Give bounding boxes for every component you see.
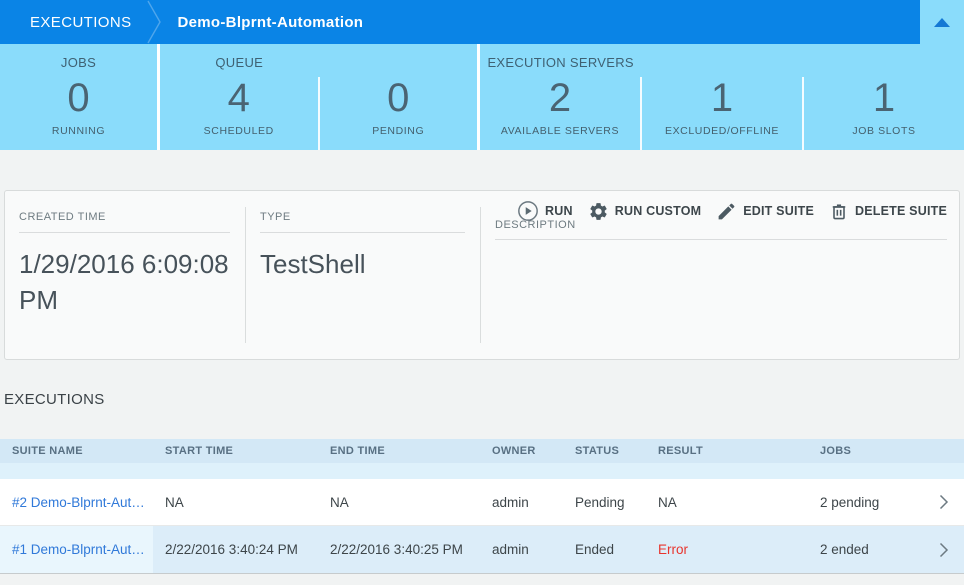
stat-label: EXCLUDED/OFFLINE bbox=[664, 125, 780, 137]
stat-label: JOB SLOTS bbox=[852, 125, 916, 137]
stat-value: 0 bbox=[67, 76, 90, 120]
created-time-value: 1/29/2016 6:09:08 PM bbox=[19, 249, 229, 315]
stat-value: 2 bbox=[548, 76, 572, 120]
jobs-cell: 2 pending bbox=[820, 494, 880, 510]
result-cell: Error bbox=[658, 542, 688, 557]
divider bbox=[495, 239, 947, 240]
created-time-field: CREATED TIME 1/29/2016 6:09:08 PM bbox=[5, 191, 245, 359]
stat-value: 1 bbox=[710, 76, 734, 120]
divider bbox=[260, 232, 465, 233]
stat-group-title: QUEUE bbox=[215, 55, 264, 70]
gear-icon bbox=[588, 201, 609, 222]
executions-section-title: EXECUTIONS bbox=[4, 391, 105, 408]
chevron-up-icon bbox=[934, 17, 950, 27]
chevron-right-icon bbox=[939, 494, 949, 510]
breadcrumb-separator-icon bbox=[146, 0, 164, 44]
stat-queue-scheduled: 4 SCHEDULED bbox=[160, 77, 318, 150]
play-circle-icon bbox=[517, 200, 539, 222]
pencil-icon bbox=[716, 201, 737, 222]
table-row[interactable]: #1 Demo-Blprnt-Aut… 2/22/2016 3:40:24 PM… bbox=[0, 526, 964, 574]
breadcrumb-executions[interactable]: EXECUTIONS bbox=[0, 0, 146, 44]
table-header-strip bbox=[0, 463, 964, 479]
status-cell: Pending bbox=[575, 494, 625, 510]
stat-group-queue: QUEUE 4 SCHEDULED 0 PENDING bbox=[160, 44, 477, 150]
run-button-label: RUN bbox=[545, 204, 573, 218]
column-header-start-time: START TIME bbox=[165, 445, 234, 457]
breadcrumb-section-label: EXECUTIONS bbox=[30, 13, 132, 31]
stat-label: SCHEDULED bbox=[203, 125, 274, 137]
created-time-label: CREATED TIME bbox=[19, 211, 106, 223]
suite-link[interactable]: #2 Demo-Blprnt-Aut… bbox=[12, 495, 145, 510]
trash-icon bbox=[829, 201, 849, 222]
suite-details-card: CREATED TIME 1/29/2016 6:09:08 PM TYPE T… bbox=[4, 190, 960, 360]
stat-available-servers: 2 AVAILABLE SERVERS bbox=[480, 77, 640, 150]
jobs-cell: 2 ended bbox=[820, 542, 869, 557]
type-value: TestShell bbox=[260, 249, 366, 279]
column-header-jobs: JOBS bbox=[820, 445, 852, 457]
stat-group-title: JOBS bbox=[60, 55, 97, 70]
top-navigation-bar: EXECUTIONS Demo-Blprnt-Automation bbox=[0, 0, 964, 44]
row-expand-button[interactable] bbox=[924, 542, 964, 558]
stat-jobs-running: 0 RUNNING bbox=[0, 77, 157, 150]
stat-queue-pending: 0 PENDING bbox=[317, 76, 478, 150]
stats-band: JOBS 0 RUNNING QUEUE 4 SCHEDULED 0 PENDI… bbox=[0, 44, 964, 150]
stat-label: AVAILABLE SERVERS bbox=[500, 125, 620, 137]
status-cell: Ended bbox=[575, 542, 615, 557]
description-field: DESCRIPTION RUN RUN CUSTOM EDIT SUITE DE… bbox=[481, 191, 959, 359]
stat-value: 0 bbox=[387, 76, 410, 120]
start-time-cell: 2/22/2016 3:40:24 PM bbox=[165, 542, 298, 557]
table-header-row: SUITE NAME START TIME END TIME OWNER STA… bbox=[0, 439, 964, 463]
end-time-cell: NA bbox=[330, 494, 349, 510]
end-time-cell: 2/22/2016 3:40:25 PM bbox=[330, 542, 463, 557]
run-custom-button[interactable]: RUN CUSTOM bbox=[588, 201, 702, 222]
stat-value: 4 bbox=[227, 76, 250, 120]
column-header-result: RESULT bbox=[658, 445, 703, 457]
delete-suite-button[interactable]: DELETE SUITE bbox=[829, 201, 947, 222]
delete-suite-button-label: DELETE SUITE bbox=[855, 204, 947, 218]
owner-cell: admin bbox=[492, 494, 529, 510]
column-header-status: STATUS bbox=[575, 445, 620, 457]
stat-value: 1 bbox=[872, 76, 896, 120]
run-custom-button-label: RUN CUSTOM bbox=[614, 204, 702, 218]
column-header-end-time: END TIME bbox=[330, 445, 385, 457]
collapse-panel-button[interactable] bbox=[920, 0, 964, 44]
divider bbox=[19, 232, 230, 233]
result-cell: NA bbox=[658, 494, 677, 510]
stat-excluded-offline: 1 EXCLUDED/OFFLINE bbox=[640, 77, 802, 150]
run-button[interactable]: RUN bbox=[517, 200, 573, 222]
page-title: Demo-Blprnt-Automation bbox=[164, 0, 364, 44]
suite-name-cell: #2 Demo-Blprnt-Aut… bbox=[0, 479, 153, 525]
executions-table: SUITE NAME START TIME END TIME OWNER STA… bbox=[0, 439, 964, 574]
type-field: TYPE TestShell bbox=[246, 191, 480, 359]
page-title-label: Demo-Blprnt-Automation bbox=[177, 13, 364, 31]
stat-group-jobs: JOBS 0 RUNNING bbox=[0, 44, 157, 150]
stat-group-execution-servers: EXECUTION SERVERS 2 AVAILABLE SERVERS 1 … bbox=[480, 44, 964, 150]
stat-job-slots: 1 JOB SLOTS bbox=[802, 77, 964, 150]
edit-suite-button[interactable]: EDIT SUITE bbox=[716, 201, 814, 222]
suite-link[interactable]: #1 Demo-Blprnt-Aut… bbox=[12, 542, 145, 557]
column-header-suite-name: SUITE NAME bbox=[12, 445, 83, 457]
start-time-cell: NA bbox=[165, 494, 184, 510]
chevron-right-icon bbox=[939, 542, 949, 557]
row-expand-button[interactable] bbox=[924, 494, 964, 510]
type-label: TYPE bbox=[260, 211, 291, 223]
edit-suite-button-label: EDIT SUITE bbox=[743, 204, 814, 218]
column-header-owner: OWNER bbox=[492, 445, 536, 457]
suite-name-cell: #1 Demo-Blprnt-Aut… bbox=[0, 526, 153, 573]
table-row[interactable]: #2 Demo-Blprnt-Aut… NA NA admin Pending … bbox=[0, 479, 964, 526]
stat-label: PENDING bbox=[372, 125, 425, 137]
stat-label: RUNNING bbox=[51, 125, 106, 137]
stat-group-title: EXECUTION SERVERS bbox=[487, 55, 634, 70]
suite-actions-toolbar: RUN RUN CUSTOM EDIT SUITE DELETE SUITE bbox=[502, 200, 947, 222]
owner-cell: admin bbox=[492, 542, 529, 557]
